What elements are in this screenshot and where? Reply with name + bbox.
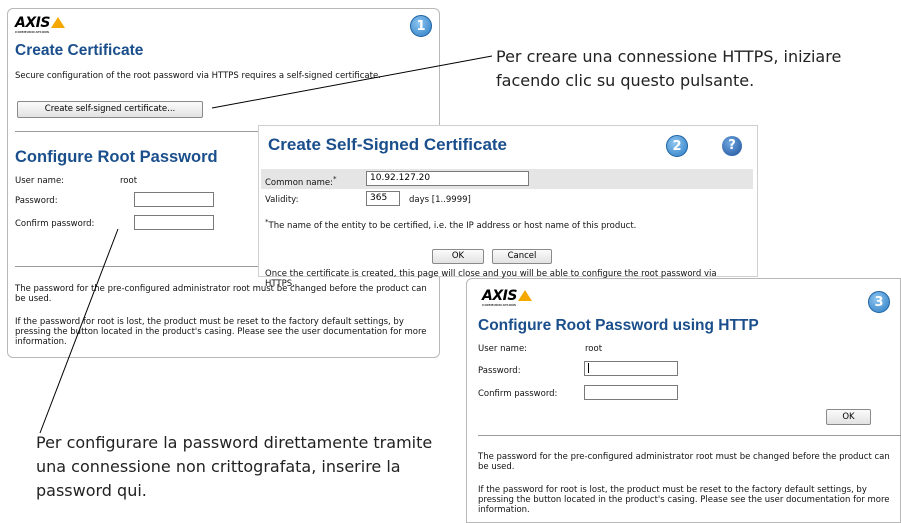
confirm-password-label: Confirm password: — [15, 219, 95, 229]
configure-root-password-http-panel: AXIS COMMUNICATIONS 3 Configure Root Pas… — [466, 278, 901, 523]
validity-label: Validity: — [265, 195, 299, 205]
password-input[interactable] — [134, 192, 214, 207]
user-name-value: root — [585, 344, 603, 354]
certificate-description: Secure configuration of the root passwor… — [15, 71, 381, 81]
validity-input[interactable]: 365 — [366, 191, 400, 206]
ok-button[interactable]: OK — [826, 409, 871, 425]
logo-triangle-icon — [50, 17, 65, 28]
step-2-badge: 2 — [666, 135, 688, 157]
dialog-title: Create Self-Signed Certificate — [268, 135, 508, 154]
text-cursor — [588, 363, 589, 373]
confirm-password-input[interactable] — [134, 215, 214, 230]
password-input[interactable] — [584, 361, 678, 376]
user-name-label: User name: — [15, 176, 65, 186]
common-name-label: Common name:* — [265, 174, 337, 188]
https-callout-text: Per creare una connessione HTTPS, inizia… — [496, 47, 842, 90]
password-lost-note: If the password for root is lost, the pr… — [478, 485, 890, 515]
create-self-signed-certificate-button[interactable]: Create self-signed certificate... — [17, 101, 203, 118]
axis-logo: AXIS COMMUNICATIONS — [15, 15, 65, 34]
validity-unit: days [1..9999] — [409, 195, 471, 205]
password-label: Password: — [478, 366, 521, 376]
divider — [478, 435, 901, 436]
user-name-label: User name: — [478, 344, 528, 354]
step-3-badge: 3 — [868, 291, 890, 313]
common-name-input[interactable]: 10.92.127.20 — [366, 171, 529, 186]
logo-triangle-icon — [517, 290, 532, 301]
confirm-password-label: Confirm password: — [478, 389, 558, 399]
configure-root-password-http-title: Configure Root Password using HTTP — [478, 317, 759, 334]
axis-logo: AXIS COMMUNICATIONS — [482, 288, 532, 307]
cancel-button[interactable]: Cancel — [492, 249, 552, 264]
create-certificate-title: Create Certificate — [15, 42, 144, 59]
ok-button[interactable]: OK — [432, 249, 484, 264]
password-callout-text: Per configurare la password direttamente… — [36, 433, 433, 500]
help-icon[interactable]: ? — [722, 136, 742, 156]
admin-password-note: The password for the pre-configured admi… — [478, 452, 890, 472]
create-self-signed-certificate-dialog: Create Self-Signed Certificate 2 ? Commo… — [258, 125, 758, 289]
step-1-badge: 1 — [410, 15, 432, 37]
user-name-value: root — [120, 176, 138, 186]
password-label: Password: — [15, 196, 58, 206]
password-lost-note: If the password for root is lost, the pr… — [15, 317, 427, 347]
confirm-password-input[interactable] — [584, 385, 678, 400]
common-name-footnote: *The name of the entity to be certified,… — [265, 217, 637, 231]
configure-root-password-title: Configure Root Password — [15, 148, 218, 166]
